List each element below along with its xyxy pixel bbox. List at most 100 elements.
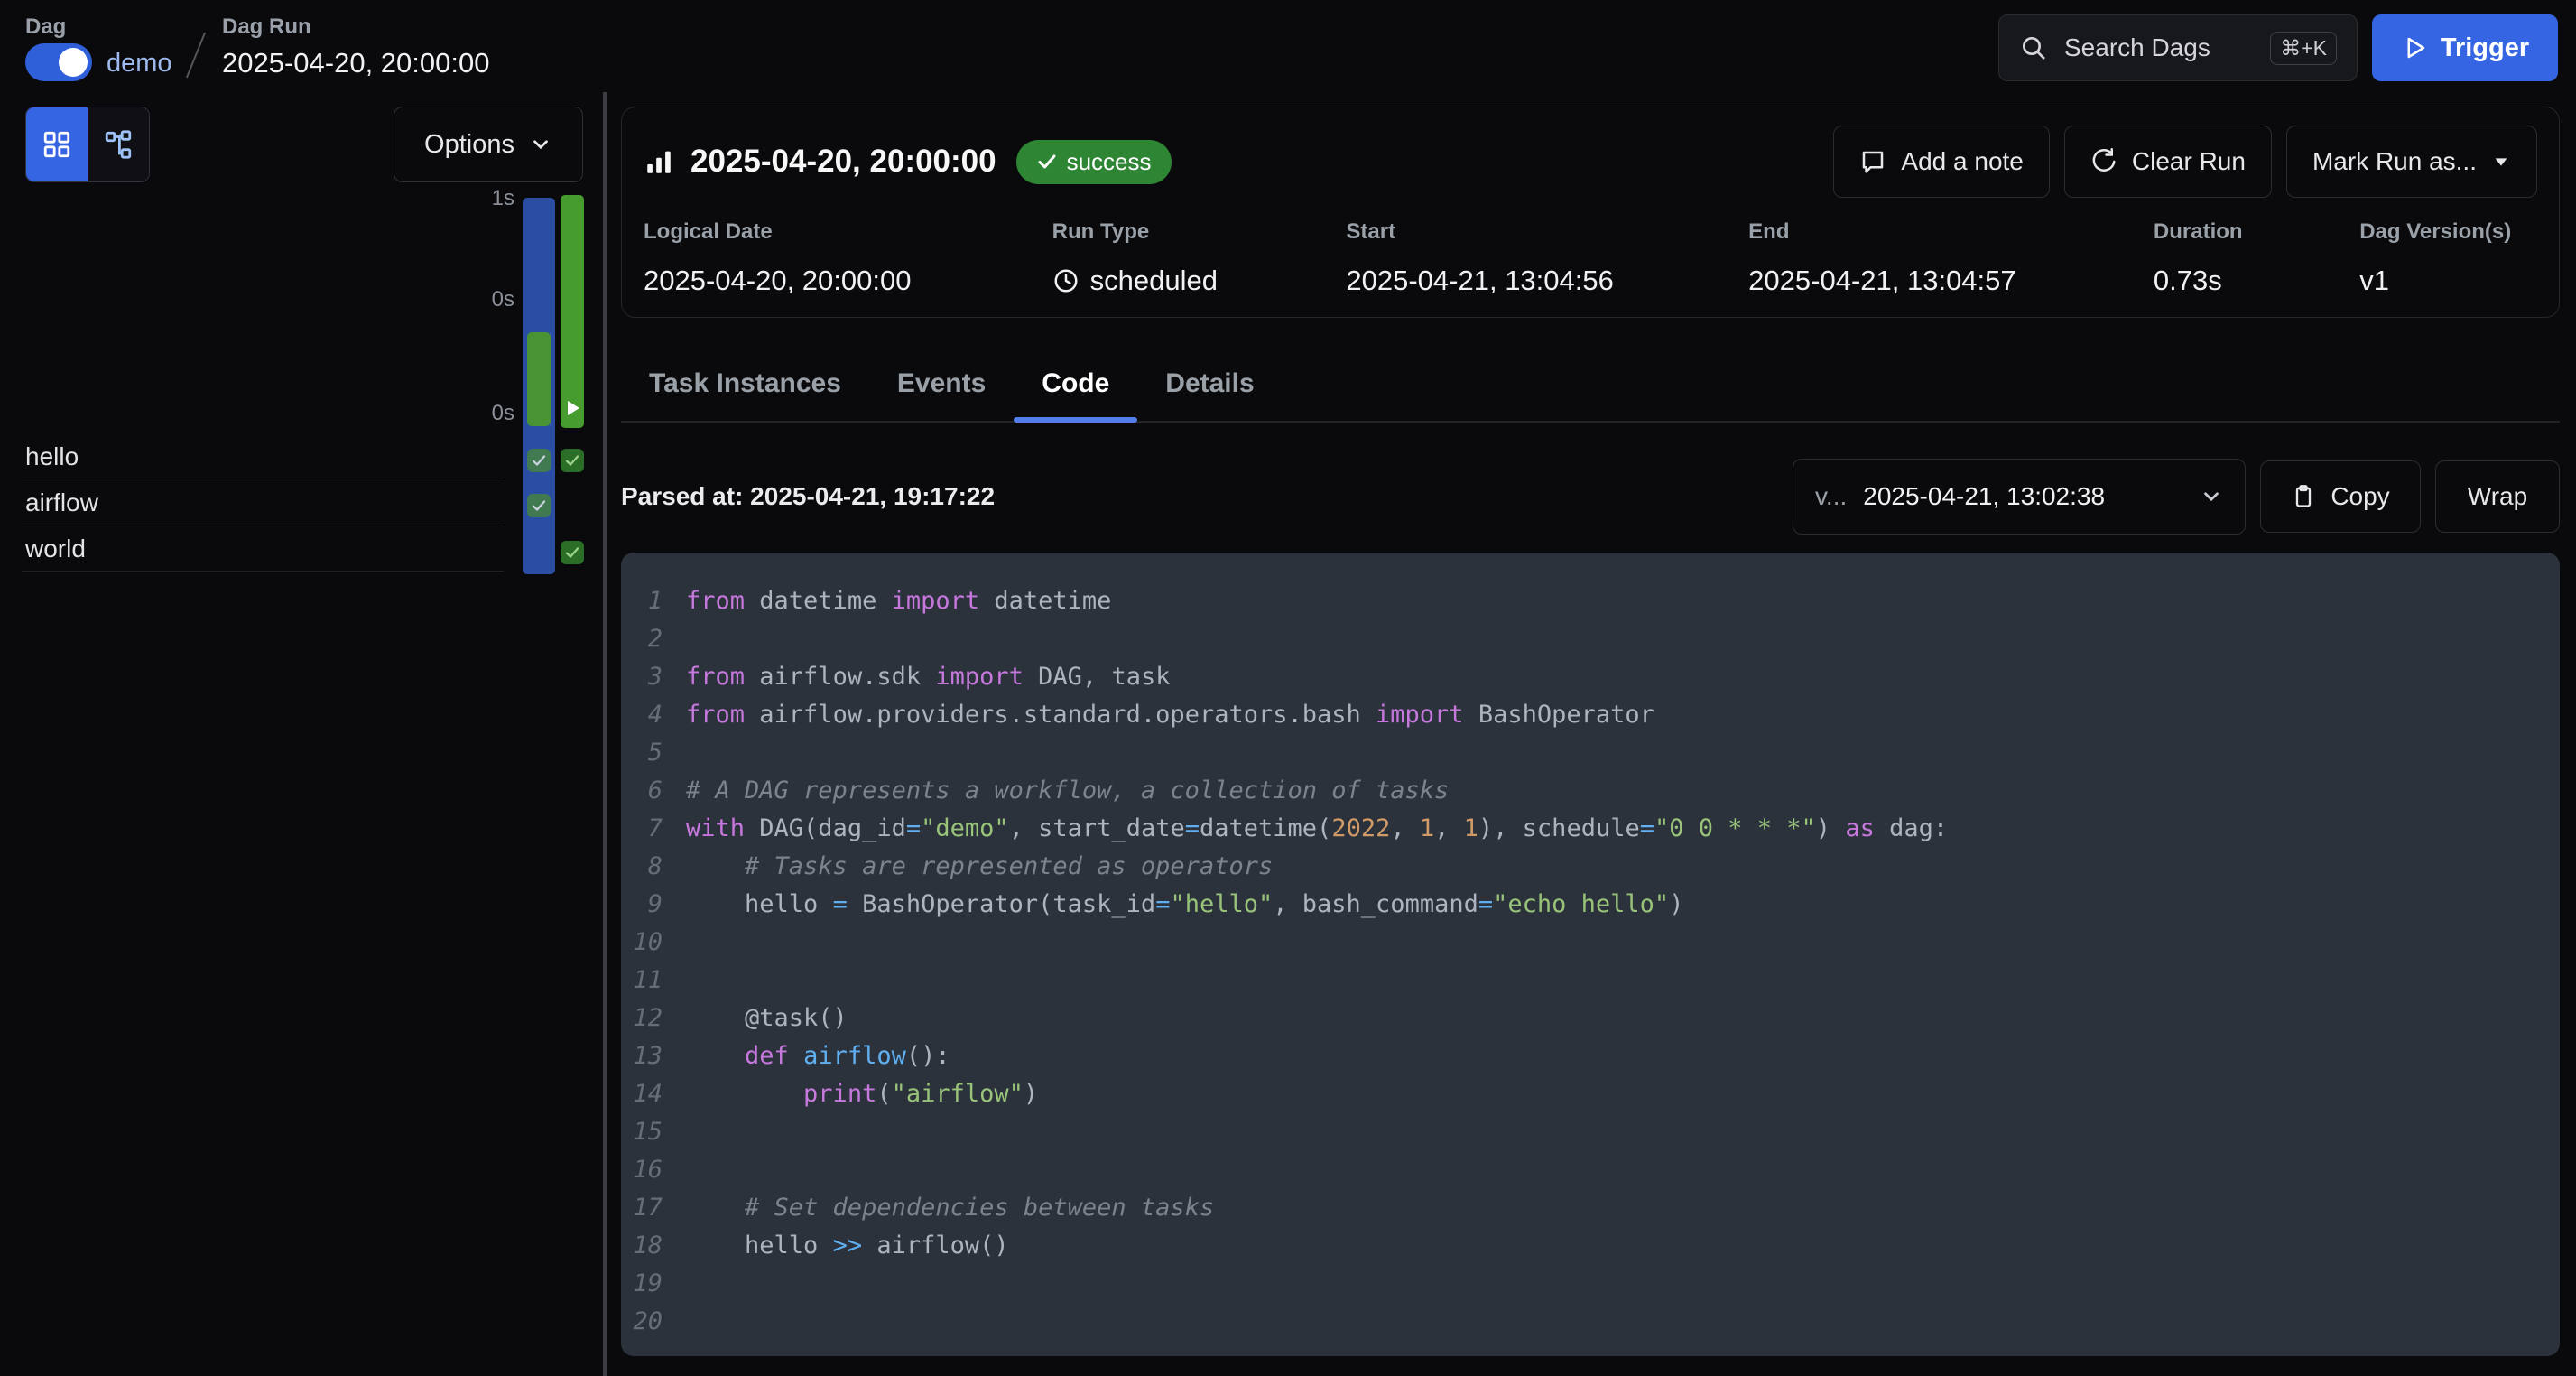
code-line-20: 20 xyxy=(621,1302,2560,1340)
tab-task-instances[interactable]: Task Instances xyxy=(621,347,869,421)
view-mode-segmented-control xyxy=(25,107,150,182)
line-number: 18 xyxy=(621,1232,686,1260)
code-line-16: 16 xyxy=(621,1150,2560,1188)
breadcrumb-dag-link[interactable]: demo xyxy=(107,49,172,79)
task-row-airflow[interactable]: airflow xyxy=(22,479,504,525)
meta-logical-date: Logical Date2025-04-20, 20:00:00 xyxy=(644,219,1052,297)
play-icon xyxy=(2401,34,2428,61)
line-number: 3 xyxy=(621,663,686,691)
code-line-17: 17 # Set dependencies between tasks xyxy=(621,1188,2560,1226)
meta-label: Run Type xyxy=(1052,219,1347,245)
duration-axis-tick: 0s xyxy=(442,287,514,312)
code-line-4: 4from airflow.providers.standard.operato… xyxy=(621,695,2560,733)
code-line-19: 19 xyxy=(621,1264,2560,1302)
code-text: with DAG(dag_id="demo", start_date=datet… xyxy=(686,814,1948,842)
task-instance-airflow-success[interactable] xyxy=(527,494,551,517)
grid-view-button[interactable] xyxy=(26,107,88,181)
code-text: from airflow.providers.standard.operator… xyxy=(686,701,1654,729)
copy-button[interactable]: Copy xyxy=(2260,460,2421,533)
code-text: @task() xyxy=(686,1004,848,1032)
meta-label: Dag Version(s) xyxy=(2359,219,2537,245)
meta-start: Start 2025-04-21, 13:04:56 xyxy=(1346,219,1748,297)
code-line-10: 10 xyxy=(621,923,2560,961)
code-toolbar: Parsed at: 2025-04-21, 19:17:22 v... 202… xyxy=(621,459,2560,535)
wrap-button[interactable]: Wrap xyxy=(2435,460,2560,533)
duration-axis-tick: 1s xyxy=(442,186,514,211)
line-number: 16 xyxy=(621,1156,686,1184)
code-text: from airflow.sdk import DAG, task xyxy=(686,663,1170,691)
dagrun-detail-panel: 2025-04-20, 20:00:00 success Add a note xyxy=(607,92,2576,1376)
run-metadata-row: Logical Date2025-04-20, 20:00:00Run Type… xyxy=(644,219,2537,297)
clipboard-icon xyxy=(2291,484,2316,509)
run-duration-bar-selected[interactable] xyxy=(527,332,551,426)
line-number: 19 xyxy=(621,1269,686,1297)
add-note-button[interactable]: Add a note xyxy=(1833,126,2049,198)
task-instance-hello-success[interactable] xyxy=(527,449,551,472)
grid-icon xyxy=(42,129,72,160)
code-line-12: 12 @task() xyxy=(621,999,2560,1037)
breadcrumb-separator xyxy=(186,33,206,79)
task-instance-world-success[interactable] xyxy=(561,541,584,564)
code-line-18: 18 hello >> airflow() xyxy=(621,1226,2560,1264)
options-label: Options xyxy=(424,130,514,160)
trigger-button[interactable]: Trigger xyxy=(2372,14,2558,81)
task-row-hello[interactable]: hello xyxy=(22,433,504,479)
line-number: 11 xyxy=(621,966,686,994)
options-dropdown-button[interactable]: Options xyxy=(394,107,583,182)
code-text: # Tasks are represented as operators xyxy=(686,852,1273,880)
code-line-1: 1from datetime import datetime xyxy=(621,581,2560,619)
detail-tabs: Task InstancesEventsCodeDetails xyxy=(621,347,2560,423)
meta-value: v1 xyxy=(2359,265,2537,297)
meta-value: 2025-04-21, 13:04:56 xyxy=(1346,265,1748,297)
clear-run-button[interactable]: Clear Run xyxy=(2064,126,2272,198)
code-line-14: 14 print("airflow") xyxy=(621,1074,2560,1112)
chevron-down-icon xyxy=(529,133,552,156)
top-nav: Dag demo Dag Run 2025-04-20, 20:00:00 Se… xyxy=(0,0,2576,92)
line-number: 2 xyxy=(621,625,686,653)
graph-icon xyxy=(103,129,134,160)
airflow-dagrun-page: Dag demo Dag Run 2025-04-20, 20:00:00 Se… xyxy=(0,0,2576,1376)
tab-details[interactable]: Details xyxy=(1137,347,1282,421)
task-instance-hello-success[interactable] xyxy=(561,449,584,472)
meta-value: 2025-04-20, 20:00:00 xyxy=(644,265,1052,297)
meta-label: End xyxy=(1748,219,2154,245)
search-dags-label: Search Dags xyxy=(2064,33,2210,62)
code-line-15: 15 xyxy=(621,1112,2560,1150)
line-number: 4 xyxy=(621,701,686,729)
breadcrumb-dagrun-value: 2025-04-20, 20:00:00 xyxy=(222,47,489,79)
line-number: 13 xyxy=(621,1042,686,1070)
tab-code[interactable]: Code xyxy=(1014,347,1137,421)
trigger-label: Trigger xyxy=(2441,33,2529,63)
line-number: 1 xyxy=(621,587,686,615)
dag-pause-toggle[interactable] xyxy=(25,43,92,81)
tab-events[interactable]: Events xyxy=(869,347,1014,421)
run-duration-bar[interactable] xyxy=(561,195,584,428)
line-number: 10 xyxy=(621,928,686,956)
line-number: 8 xyxy=(621,852,686,880)
toggle-knob xyxy=(59,48,88,77)
code-line-2: 2 xyxy=(621,619,2560,657)
code-text: hello >> airflow() xyxy=(686,1232,1009,1260)
meta-value: 2025-04-21, 13:04:57 xyxy=(1748,265,2154,297)
line-number: 12 xyxy=(621,1004,686,1032)
line-number: 6 xyxy=(621,776,686,804)
dag-code-viewer[interactable]: 1from datetime import datetime23from air… xyxy=(621,553,2560,1356)
mark-run-as-button[interactable]: Mark Run as... xyxy=(2286,126,2537,198)
code-text: # A DAG represents a workflow, a collect… xyxy=(686,776,1449,804)
meta-label: Start xyxy=(1346,219,1748,245)
dag-version-select[interactable]: v... 2025-04-21, 13:02:38 xyxy=(1793,459,2246,535)
search-dags-button[interactable]: Search Dags ⌘+K xyxy=(1998,14,2358,81)
code-line-8: 8 # Tasks are represented as operators xyxy=(621,847,2560,885)
clear-run-label: Clear Run xyxy=(2132,147,2246,176)
bar-chart-icon xyxy=(644,146,674,177)
grid-sidebar: Options 1s 0s 0s helloairflowworld xyxy=(0,92,603,1376)
clock-icon xyxy=(1052,267,1080,294)
code-text: from datetime import datetime xyxy=(686,587,1111,615)
meta-dag-version-s-: Dag Version(s) v1 xyxy=(2359,219,2537,297)
line-number: 15 xyxy=(621,1118,686,1146)
task-row-world[interactable]: world xyxy=(22,525,504,572)
meta-value: 0.73s xyxy=(2154,265,2359,297)
code-line-13: 13 def airflow(): xyxy=(621,1037,2560,1074)
version-prefix: v... xyxy=(1815,482,1847,511)
graph-view-button[interactable] xyxy=(88,107,149,181)
